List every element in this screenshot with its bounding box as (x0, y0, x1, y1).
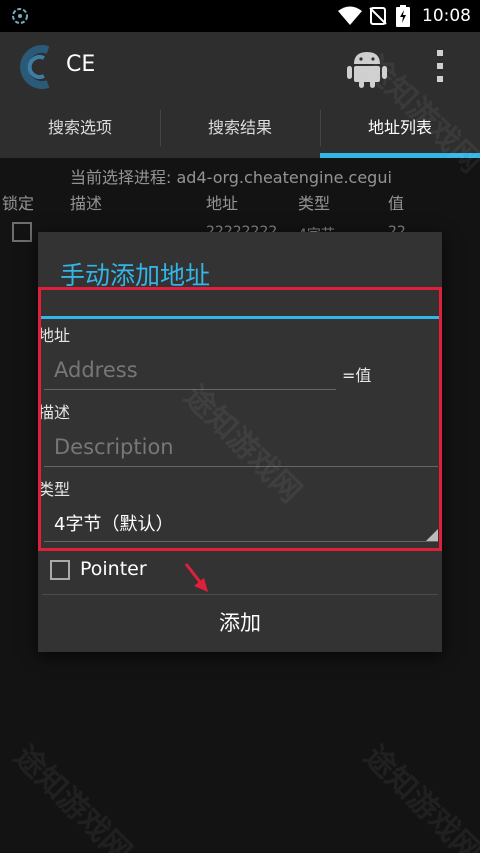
overflow-menu-icon[interactable] (434, 48, 446, 84)
app-title: CE (66, 52, 96, 77)
pointer-checkbox[interactable] (50, 560, 70, 580)
pointer-label[interactable]: Pointer (80, 558, 147, 580)
status-time: 10:08 (422, 6, 471, 26)
battery-charging-icon (396, 5, 410, 27)
tab-search-results[interactable]: 搜索结果 (160, 100, 320, 158)
add-button[interactable]: 添加 (42, 595, 438, 649)
status-bar: 10:08 (0, 0, 480, 32)
cheat-engine-logo-icon[interactable] (14, 42, 62, 92)
no-sim-icon (369, 7, 387, 25)
red-arrow-annotation-icon (184, 563, 208, 592)
wifi-icon (338, 6, 362, 25)
ce-app-icon (12, 8, 28, 24)
tab-search-options[interactable]: 搜索选项 (0, 100, 160, 158)
